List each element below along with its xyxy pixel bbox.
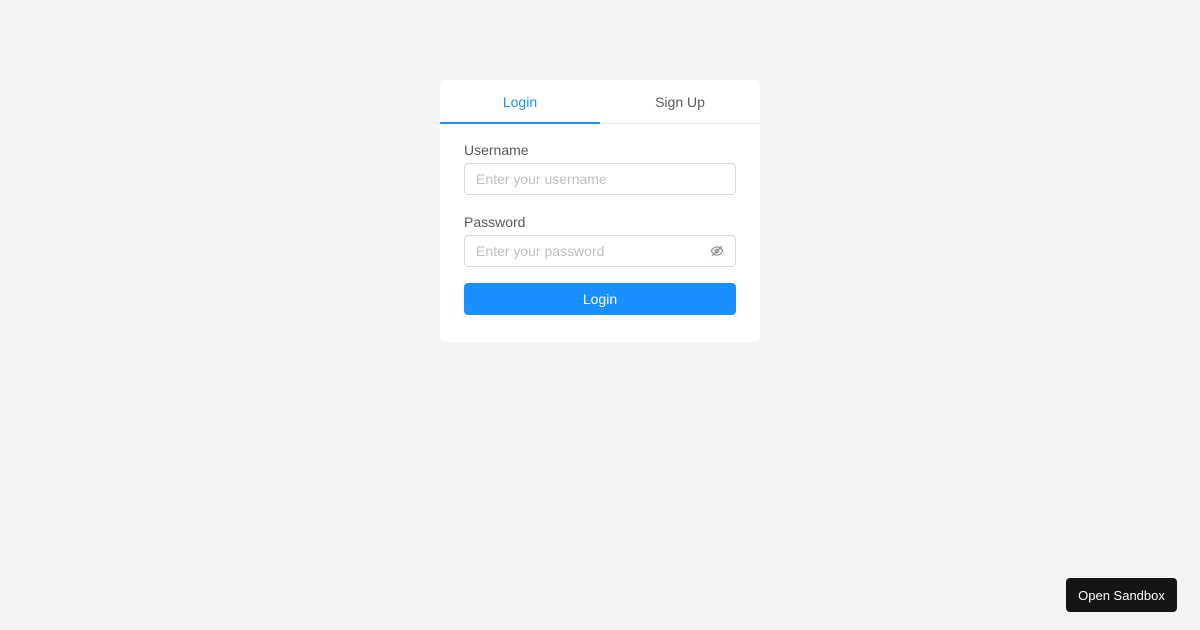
password-group: Password (464, 214, 736, 267)
tab-sign-up[interactable]: Sign Up (600, 80, 760, 123)
eye-invisible-icon[interactable] (710, 244, 724, 258)
tab-login[interactable]: Login (440, 80, 600, 124)
auth-tabs: Login Sign Up (440, 80, 760, 124)
username-field-wrapper (464, 163, 736, 195)
login-form: Username Password Login (440, 124, 760, 315)
login-button[interactable]: Login (464, 283, 736, 315)
open-sandbox-button[interactable]: Open Sandbox (1066, 578, 1177, 612)
username-input[interactable] (465, 164, 735, 194)
password-input[interactable] (465, 236, 735, 266)
username-label: Username (464, 142, 529, 158)
password-field-wrapper (464, 235, 736, 267)
password-label: Password (464, 214, 526, 230)
login-card: Login Sign Up Username Password (440, 80, 760, 342)
username-group: Username (464, 142, 736, 195)
